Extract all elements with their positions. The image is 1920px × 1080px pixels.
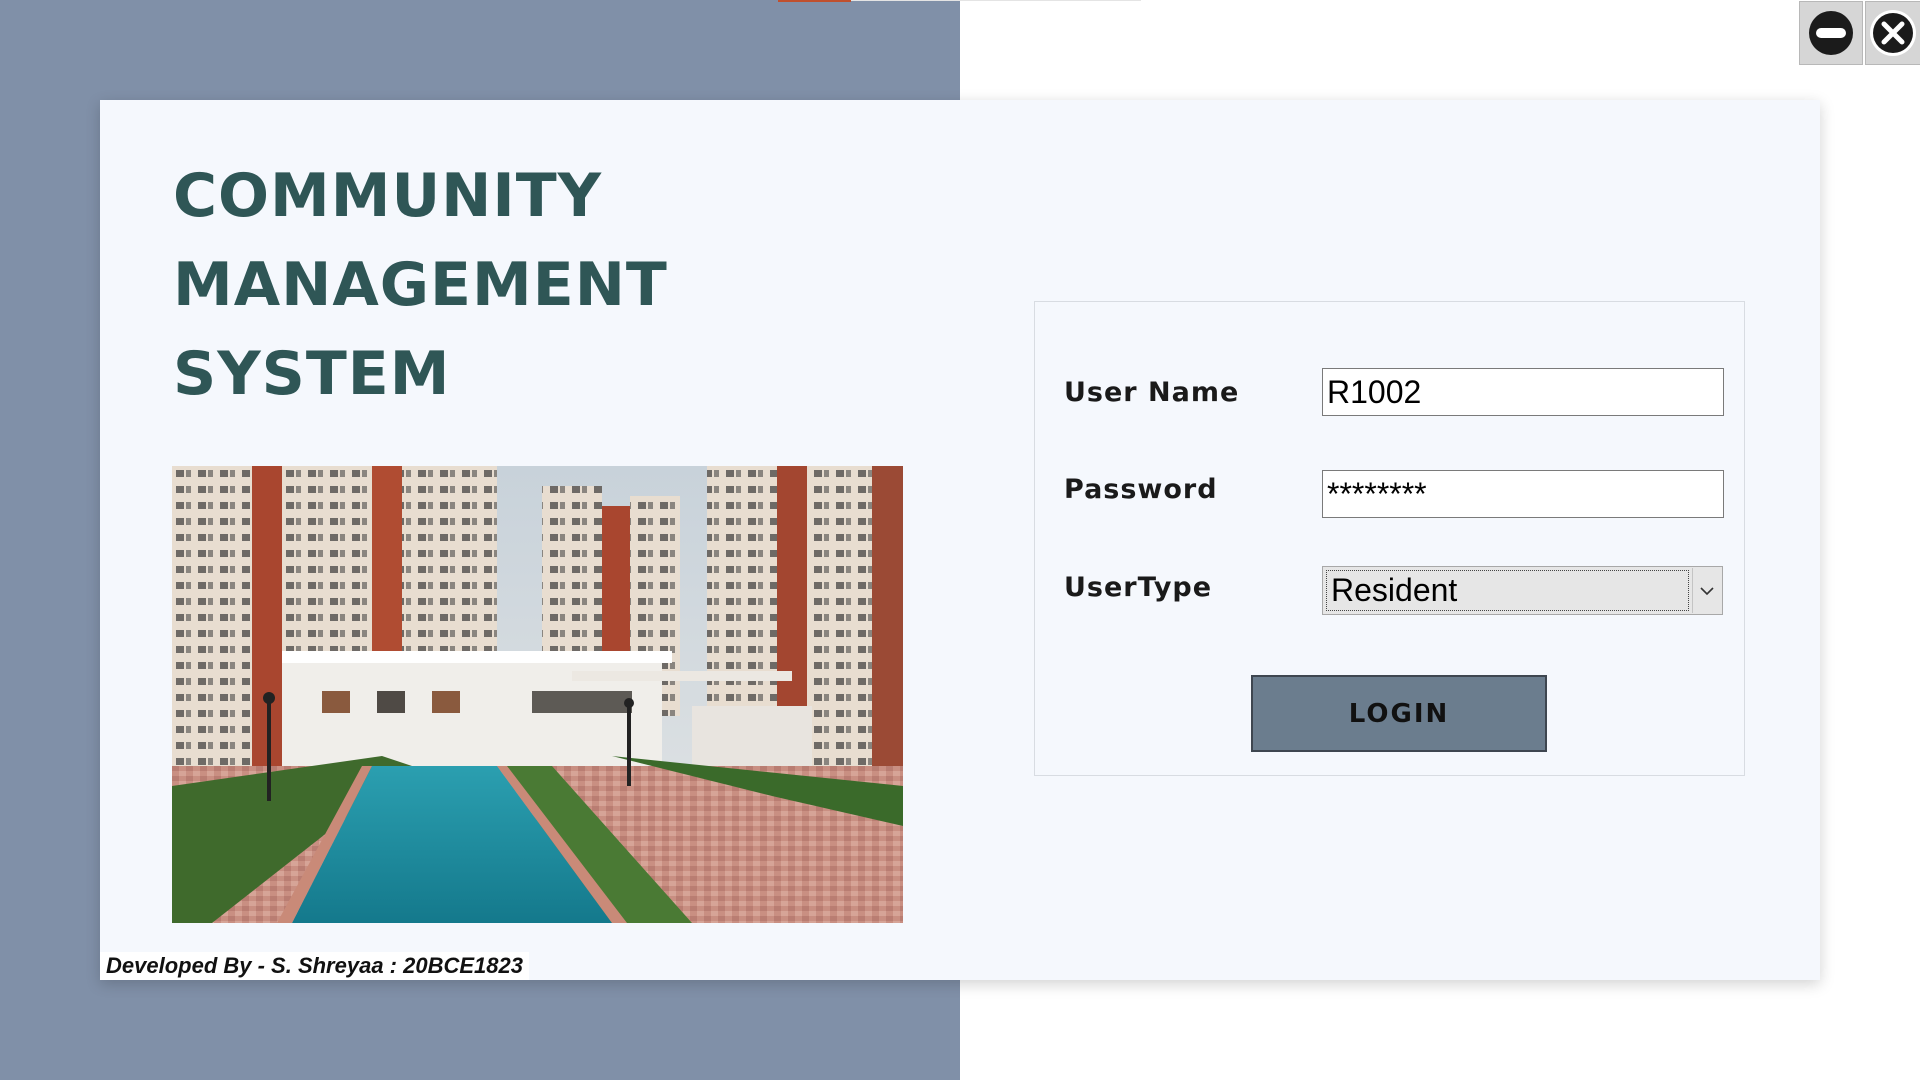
minimize-button[interactable] (1799, 1, 1863, 65)
password-label: Password (1064, 474, 1218, 505)
close-button[interactable] (1865, 1, 1920, 65)
dropdown-arrow[interactable] (1692, 568, 1721, 613)
login-button[interactable]: LOGIN (1251, 675, 1547, 752)
main-card: COMMUNITY MANAGEMENT SYSTEM Developed By… (100, 100, 1820, 980)
developer-credit: Developed By - S. Shreyaa : 20BCE1823 (100, 952, 529, 980)
login-form: User Name Password UserType Resident LOG… (1034, 301, 1745, 776)
username-input[interactable] (1322, 368, 1724, 416)
minus-circle-icon (1809, 11, 1853, 55)
app-title-line: COMMUNITY (173, 161, 603, 231)
top-divider-strip (851, 0, 1141, 1)
app-title-line: MANAGEMENT (173, 250, 668, 320)
top-accent-strip (778, 0, 851, 2)
app-title-line: SYSTEM (173, 339, 451, 409)
app-window: COMMUNITY MANAGEMENT SYSTEM Developed By… (0, 0, 1920, 1080)
app-title: COMMUNITY MANAGEMENT SYSTEM (173, 152, 668, 419)
usertype-selected-value: Resident (1326, 570, 1689, 611)
x-circle-icon (1870, 10, 1916, 56)
community-photo (172, 466, 903, 923)
usertype-select[interactable]: Resident (1322, 566, 1723, 615)
usertype-label: UserType (1064, 572, 1213, 603)
chevron-down-icon (1700, 586, 1714, 595)
username-label: User Name (1064, 377, 1240, 408)
password-input[interactable] (1322, 470, 1724, 518)
